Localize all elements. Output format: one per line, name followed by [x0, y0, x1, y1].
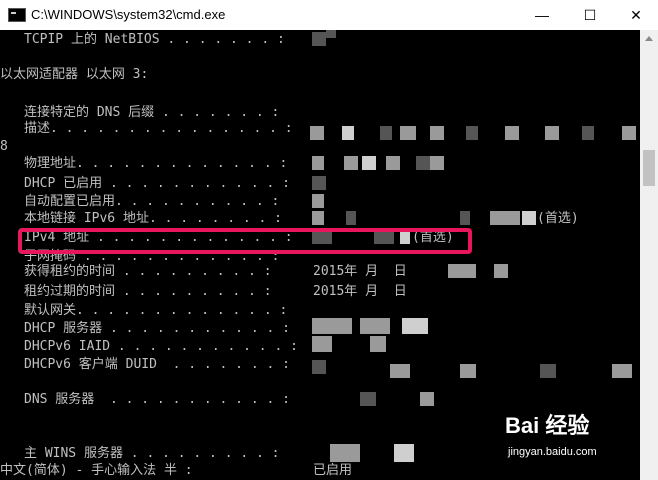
redacted-block [362, 156, 376, 170]
redacted-block [420, 392, 434, 406]
redacted-block [360, 318, 390, 334]
ipv6-preferred: (首选) [537, 211, 579, 226]
dhcp-server-line: DHCP 服务器 . . . . . . . . . . . : [24, 321, 290, 336]
redacted-block [312, 32, 326, 46]
dns-servers-line: DNS 服务器 . . . . . . . . . . . : [24, 392, 290, 407]
redacted-block [360, 392, 376, 406]
ipv4-highlight-box [18, 228, 472, 254]
redacted-block [430, 126, 444, 140]
redacted-block [494, 264, 508, 278]
minimize-button[interactable]: — [518, 0, 566, 30]
wrapped-char: 8 [0, 139, 8, 154]
ime-status: 中文(简体) - 手心输入法 半 : [0, 463, 193, 478]
redacted-block [545, 126, 559, 140]
baidu-watermark: Bai 经验 jingyan.baidu.com [505, 408, 597, 458]
ime-value: 已启用 [313, 463, 353, 478]
dhcp-enabled-line: DHCP 已启用 . . . . . . . . . . . : [24, 176, 290, 191]
lease-obtained-line: 获得租约的时间 . . . . . . . . . : [24, 264, 272, 279]
close-button[interactable]: ✕ [612, 0, 658, 30]
redacted-block [622, 126, 636, 140]
redacted-block [390, 364, 410, 378]
redacted-block [402, 318, 428, 334]
iaid-line: DHCPv6 IAID . . . . . . . . . . . : [24, 339, 298, 354]
redacted-block [400, 126, 416, 140]
redacted-block [312, 336, 332, 352]
gateway-line: 默认网关. . . . . . . . . . . . . : [24, 303, 288, 318]
redacted-block [582, 126, 594, 140]
redacted-block [370, 336, 386, 352]
baidu-logo: Bai 经验 [505, 413, 590, 438]
redacted-block [312, 156, 324, 170]
cmd-icon [8, 8, 26, 22]
redacted-block [448, 264, 476, 278]
ipv6-line: 本地链接 IPv6 地址. . . . . . . . : [24, 211, 283, 226]
redacted-block [394, 444, 414, 462]
redacted-block [386, 156, 400, 170]
redacted-block [344, 156, 358, 170]
watermark-url: jingyan.baidu.com [508, 446, 597, 458]
description-line: 描述. . . . . . . . . . . . . . . : [24, 121, 293, 136]
title-bar[interactable]: C:\WINDOWS\system32\cmd.exe — ☐ ✕ [0, 0, 658, 30]
adapter-header: 以太网适配器 以太网 3: [0, 67, 149, 82]
redacted-block [460, 364, 476, 378]
redacted-block [612, 364, 632, 378]
redacted-block [505, 126, 519, 140]
redacted-block [312, 318, 352, 334]
lease-obtained-value: 2015年 月 日 [313, 264, 407, 279]
redacted-block [312, 194, 324, 208]
autoconfig-line: 自动配置已启用. . . . . . . . . . : [24, 194, 280, 209]
wins-line: 主 WINS 服务器 . . . . . . . . . : [24, 446, 280, 461]
redacted-block [460, 211, 470, 225]
lease-expires-line: 租约过期的时间 . . . . . . . . . : [24, 284, 272, 299]
window-title: C:\WINDOWS\system32\cmd.exe [31, 7, 226, 22]
redacted-block [312, 360, 326, 374]
vertical-scrollbar[interactable] [640, 30, 658, 480]
redacted-block [312, 211, 324, 225]
redacted-block [466, 126, 478, 140]
netbios-line: TCPIP 上的 NetBIOS . . . . . . . : [24, 32, 285, 47]
redacted-block [330, 444, 360, 462]
redacted-block [346, 211, 356, 225]
physical-address-line: 物理地址. . . . . . . . . . . . . : [24, 156, 288, 171]
redacted-block [430, 156, 444, 170]
duid-line: DHCPv6 客户端 DUID . . . . . . . : [24, 357, 290, 372]
dns-suffix-line: 连接特定的 DNS 后缀 . . . . . . . : [24, 105, 280, 120]
maximize-button[interactable]: ☐ [566, 0, 614, 30]
redacted-block [522, 211, 536, 225]
redacted-block [540, 364, 556, 378]
redacted-block [380, 126, 392, 140]
redacted-block [310, 126, 324, 140]
redacted-block [326, 30, 336, 38]
redacted-block [490, 211, 520, 225]
scrollbar-thumb[interactable] [643, 150, 655, 186]
redacted-block [312, 176, 326, 190]
redacted-block [342, 126, 354, 140]
lease-expires-value: 2015年 月 日 [313, 284, 407, 299]
scroll-up-arrow-icon[interactable] [645, 36, 653, 41]
redacted-block [416, 156, 430, 170]
cmd-window: C:\WINDOWS\system32\cmd.exe — ☐ ✕ TCPIP … [0, 0, 658, 480]
